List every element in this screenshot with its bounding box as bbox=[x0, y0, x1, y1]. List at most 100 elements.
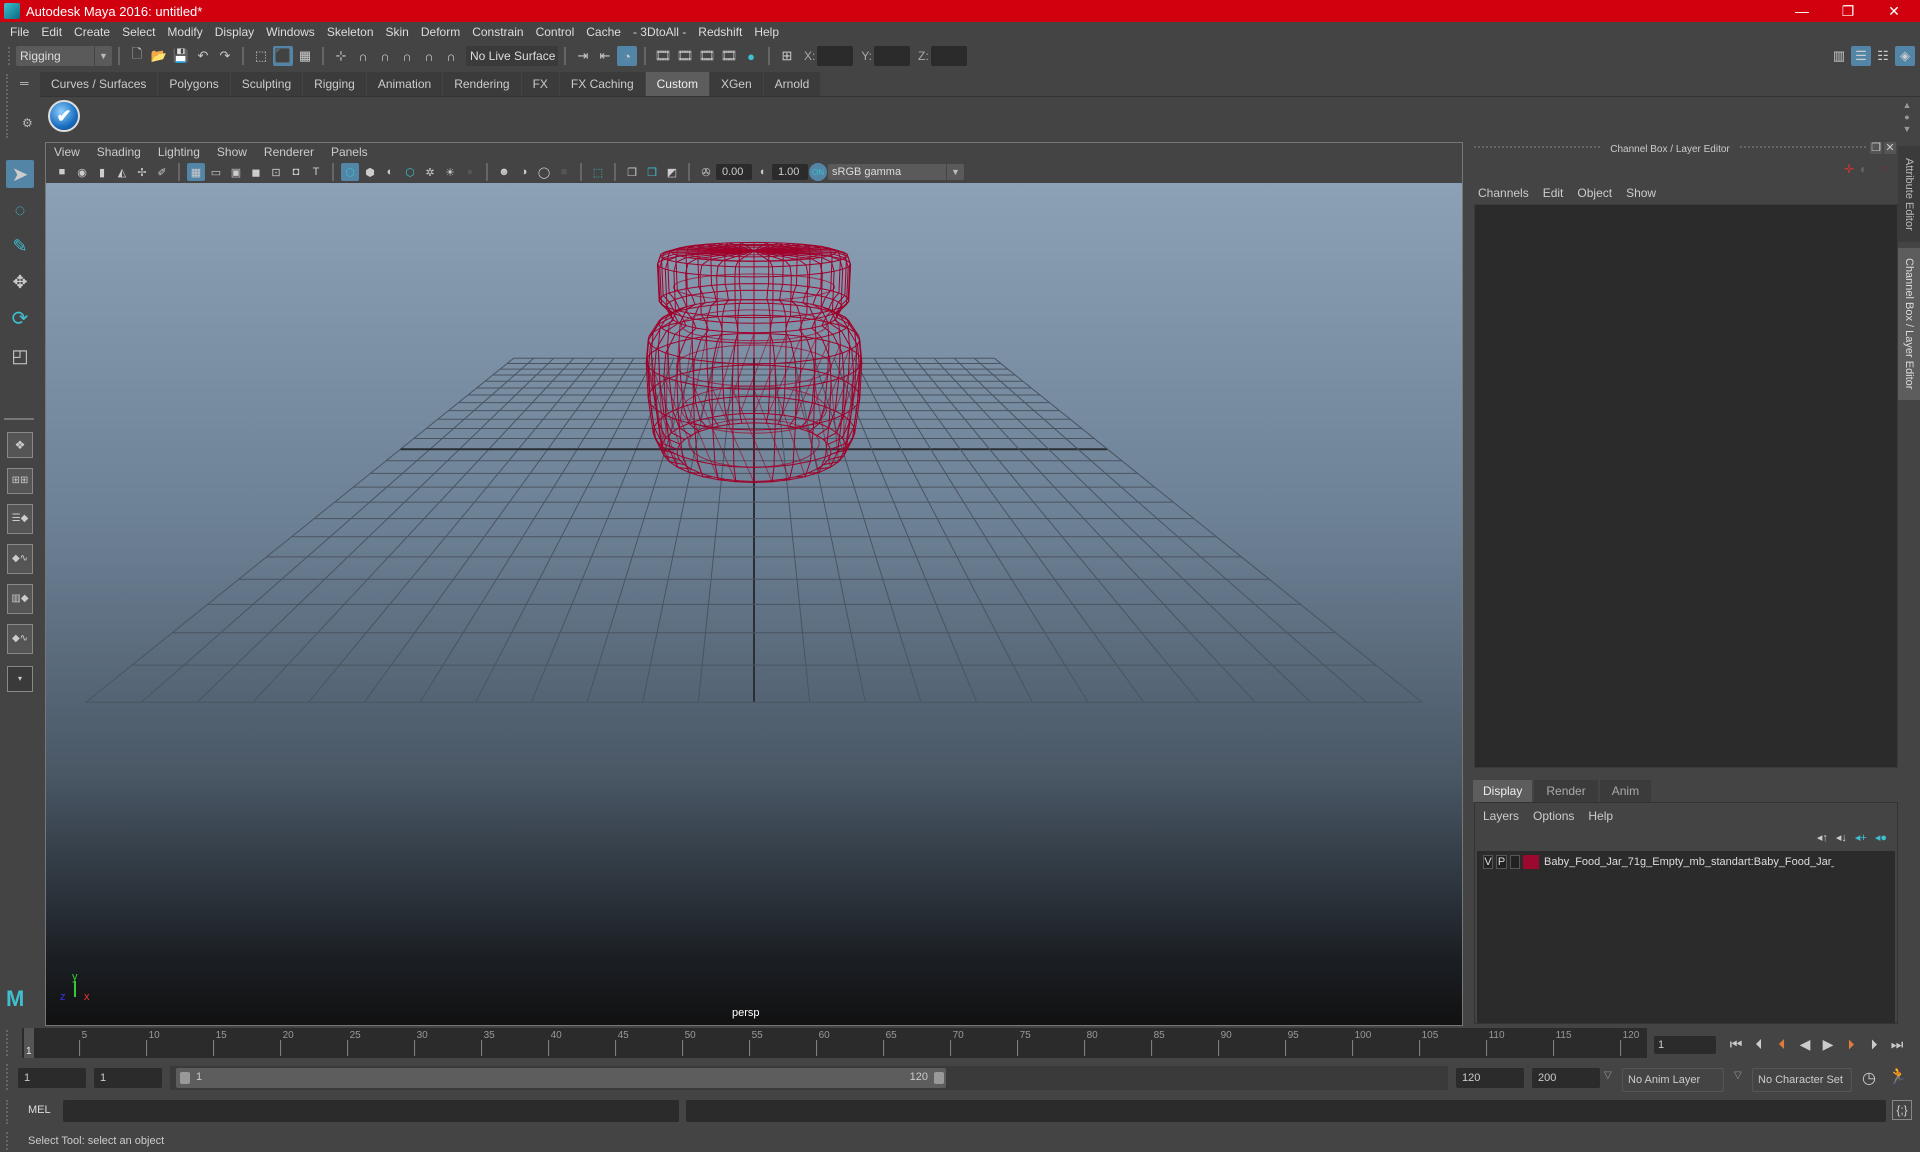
viewport-menu-show[interactable]: Show bbox=[217, 145, 247, 159]
channel-menu-object[interactable]: Object bbox=[1577, 186, 1612, 200]
layout-persp-outliner-graph[interactable]: ◆∿ bbox=[7, 624, 33, 654]
range-start-grip[interactable] bbox=[180, 1072, 190, 1084]
render-frame-icon[interactable]: 🎞 bbox=[675, 46, 695, 66]
go-to-end-icon[interactable]: ⏭ bbox=[1887, 1034, 1907, 1054]
layout-four-pane[interactable]: ⊞⊞ bbox=[7, 468, 33, 494]
depth-of-field-icon[interactable]: ■ bbox=[555, 163, 573, 181]
step-back-key-icon[interactable]: ⏴ bbox=[1772, 1034, 1792, 1054]
ipr-render-icon[interactable]: 🎞 bbox=[697, 46, 717, 66]
color-management-toggle-icon[interactable]: ON bbox=[809, 163, 827, 181]
scroll-down-icon[interactable]: ▼ bbox=[1903, 123, 1912, 135]
exposure-field[interactable]: 0.00 bbox=[716, 164, 752, 180]
time-slider[interactable]: 1 5 10 15 20 25 30 35 40 45 50 55 60 65 70 75 80 85 90 95 10… bbox=[22, 1028, 1647, 1058]
range-slider-handle[interactable]: 1 120 bbox=[176, 1068, 946, 1088]
viewport-menu-shading[interactable]: Shading bbox=[97, 145, 141, 159]
make-live-icon[interactable]: ∩ bbox=[441, 46, 461, 66]
select-component-icon[interactable]: ▦ bbox=[295, 46, 315, 66]
menu-create[interactable]: Create bbox=[74, 25, 110, 39]
2d-pan-zoom-icon[interactable]: ✢ bbox=[133, 163, 151, 181]
layer-name[interactable]: Baby_Food_Jar_71g_Empty_mb_standart:Baby… bbox=[1544, 856, 1834, 868]
animation-preferences-icon[interactable]: 🏃 bbox=[1888, 1066, 1908, 1086]
channel-menu-channels[interactable]: Channels bbox=[1478, 186, 1529, 200]
redo-icon[interactable]: ↷ bbox=[215, 46, 235, 66]
new-layer-selected-icon[interactable]: ◂● bbox=[1875, 831, 1887, 844]
wireframe-icon[interactable]: ⬡ bbox=[341, 163, 359, 181]
current-frame-field[interactable]: 1 bbox=[1654, 1036, 1716, 1054]
shelf-tabs-menu-icon[interactable]: ═ bbox=[20, 76, 29, 90]
select-object-icon[interactable]: ⬛ bbox=[273, 46, 293, 66]
timeline-grip[interactable] bbox=[6, 1030, 10, 1056]
live-surface-field[interactable]: No Live Surface bbox=[466, 46, 558, 66]
z-field[interactable] bbox=[930, 46, 967, 66]
safe-action-icon[interactable]: ◘ bbox=[287, 163, 305, 181]
grease-pencil-icon[interactable]: ✐ bbox=[153, 163, 171, 181]
paint-select-tool[interactable]: ✎ bbox=[6, 232, 34, 260]
layer-playback-toggle[interactable]: P bbox=[1496, 855, 1507, 869]
character-set-dropdown[interactable]: No Character Set bbox=[1752, 1068, 1852, 1092]
script-editor-icon[interactable]: {;} bbox=[1892, 1100, 1912, 1120]
xray-active-icon[interactable]: ❐ bbox=[643, 163, 661, 181]
textured-icon[interactable]: ✲ bbox=[421, 163, 439, 181]
image-plane-icon[interactable]: ◭ bbox=[113, 163, 131, 181]
playback-end-field[interactable]: 120 bbox=[1456, 1068, 1524, 1088]
range-slider-track[interactable]: 1 120 bbox=[170, 1066, 1448, 1090]
close-button[interactable]: ✕ bbox=[1872, 0, 1916, 22]
hypershade-icon[interactable]: ● bbox=[741, 46, 761, 66]
range-grip[interactable] bbox=[6, 1064, 10, 1090]
help-grip[interactable] bbox=[6, 1132, 10, 1150]
menu-redshift[interactable]: Redshift bbox=[698, 25, 742, 39]
layer-tab-render[interactable]: Render bbox=[1534, 780, 1598, 802]
menu-windows[interactable]: Windows bbox=[266, 25, 315, 39]
menu-3dtoall[interactable]: - 3DtoAll - bbox=[633, 25, 686, 39]
construction-history-icon[interactable]: ◔ bbox=[617, 46, 637, 66]
layer-display-type-toggle[interactable] bbox=[1510, 855, 1520, 869]
y-field[interactable] bbox=[874, 46, 911, 66]
menuset-dropdown[interactable]: Rigging ▼ bbox=[16, 46, 112, 66]
menu-modify[interactable]: Modify bbox=[167, 25, 202, 39]
snap-projected-icon[interactable]: ∩ bbox=[397, 46, 417, 66]
panel-grip[interactable] bbox=[1740, 146, 1866, 152]
shelf-settings-gear-icon[interactable]: ⚙ bbox=[22, 116, 33, 130]
play-backwards-icon[interactable]: ◀ bbox=[1795, 1034, 1815, 1054]
step-back-frame-icon[interactable]: ⏴ bbox=[1749, 1034, 1769, 1054]
render-view-icon[interactable]: 🎞 bbox=[653, 46, 673, 66]
sphere-toggle-icon[interactable]: ◐ bbox=[1860, 162, 1867, 176]
layout-hypershade-persp[interactable]: ▥◆ bbox=[7, 584, 33, 614]
attribute-editor-toggle-icon[interactable]: ☰ bbox=[1851, 46, 1871, 66]
layer-menu-options[interactable]: Options bbox=[1533, 809, 1574, 823]
move-tool[interactable]: ✥ bbox=[6, 268, 34, 296]
step-forward-key-icon[interactable]: ⏵ bbox=[1841, 1034, 1861, 1054]
menu-cache[interactable]: Cache bbox=[586, 25, 621, 39]
anim-layer-dropdown-arrow-icon[interactable]: ▽ bbox=[1604, 1070, 1612, 1081]
move-layer-up-icon[interactable]: ◂↑ bbox=[1817, 831, 1828, 844]
open-scene-icon[interactable]: 📂 bbox=[149, 46, 169, 66]
shelf-tab-xgen[interactable]: XGen bbox=[709, 72, 763, 96]
field-chart-icon[interactable]: ⊡ bbox=[267, 163, 285, 181]
layer-row[interactable]: V P Baby_Food_Jar_71g_Empty_mb_standart:… bbox=[1477, 851, 1895, 873]
xray-icon[interactable]: ⬡ bbox=[401, 163, 419, 181]
layout-more-button[interactable]: ▾ bbox=[7, 666, 33, 692]
shelf-tab-polygons[interactable]: Polygons bbox=[158, 72, 230, 96]
shelf-tab-rendering[interactable]: Rendering bbox=[443, 72, 521, 96]
shadows-icon[interactable]: ● bbox=[461, 163, 479, 181]
move-layer-down-icon[interactable]: ◂↓ bbox=[1836, 831, 1847, 844]
close-panel-icon[interactable]: ✕ bbox=[1884, 142, 1896, 154]
menu-select[interactable]: Select bbox=[122, 25, 155, 39]
screen-space-ao-icon[interactable]: ☻ bbox=[495, 163, 513, 181]
modeling-toolkit-icon[interactable]: ▥ bbox=[1829, 46, 1849, 66]
film-gate-icon[interactable]: ▭ bbox=[207, 163, 225, 181]
auto-key-icon[interactable]: ◷ bbox=[1862, 1068, 1876, 1088]
undo-icon[interactable]: ↶ bbox=[193, 46, 213, 66]
viewport-menu-renderer[interactable]: Renderer bbox=[264, 145, 314, 159]
scale-tool[interactable]: ◰ bbox=[6, 342, 34, 370]
new-empty-layer-icon[interactable]: ◂+ bbox=[1855, 831, 1867, 844]
command-language-label[interactable]: MEL bbox=[28, 1104, 51, 1116]
channel-menu-show[interactable]: Show bbox=[1626, 186, 1656, 200]
shelf-tab-sculpting[interactable]: Sculpting bbox=[230, 72, 303, 96]
arrow-toggle-icon[interactable]: ↗ bbox=[1878, 162, 1888, 176]
rotate-tool[interactable]: ⟳ bbox=[6, 304, 34, 332]
layer-visibility-toggle[interactable]: V bbox=[1483, 855, 1493, 869]
grid-toggle-icon[interactable]: ▦ bbox=[187, 163, 205, 181]
shelf-tab-arnold[interactable]: Arnold bbox=[763, 72, 821, 96]
snap-point-icon[interactable]: ∩ bbox=[375, 46, 395, 66]
